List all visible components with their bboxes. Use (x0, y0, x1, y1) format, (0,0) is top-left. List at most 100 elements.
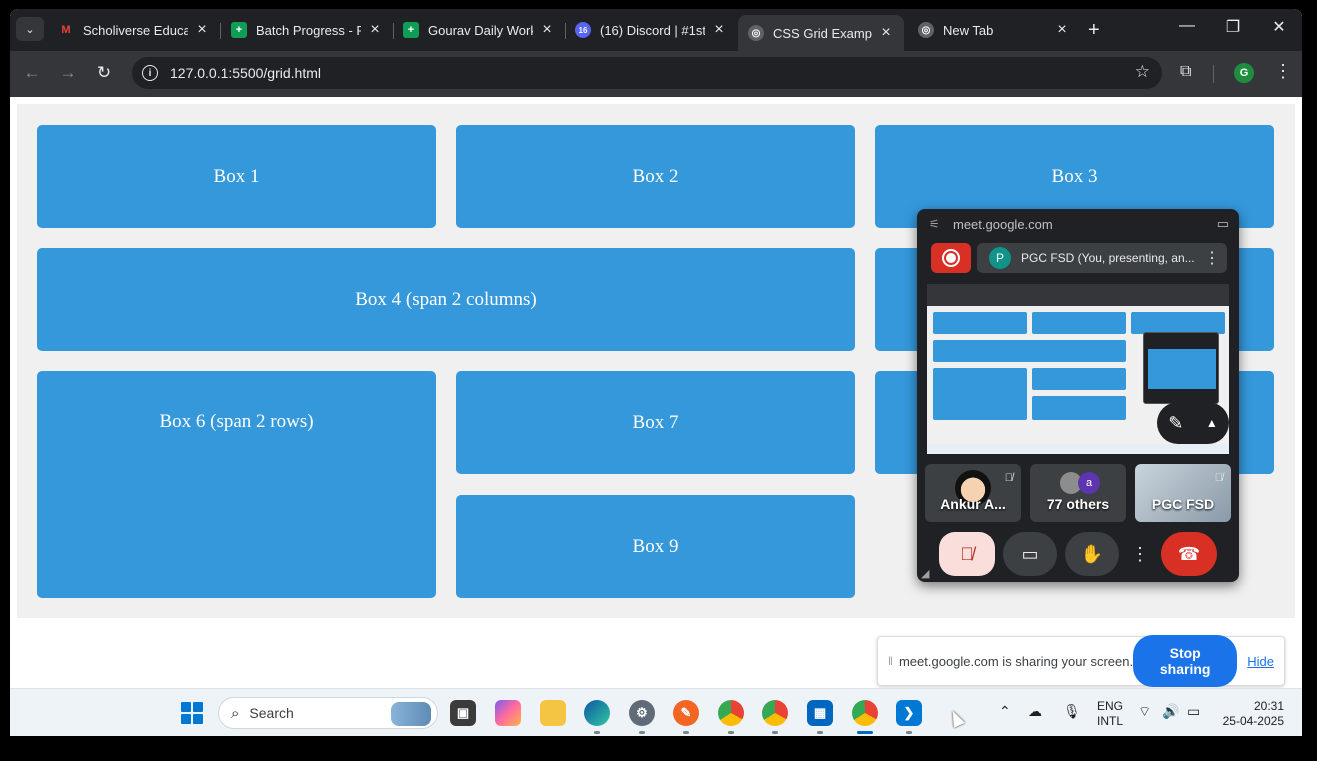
edge-icon[interactable] (584, 700, 610, 726)
volume-icon[interactable]: 🔊 (1162, 703, 1179, 720)
close-icon[interactable]: × (711, 21, 727, 39)
participant-name: PGC FSD (1151, 496, 1215, 512)
tab-discord[interactable]: 16 (16) Discord | #1st × (565, 15, 737, 45)
chrome-profile-2-icon[interactable] (762, 700, 788, 726)
pen-icon[interactable]: ✎ (1168, 413, 1183, 434)
tab-batch-progress[interactable]: + Batch Progress - FS × (221, 15, 393, 45)
reload-button[interactable]: ↻ (92, 63, 116, 83)
meet-pip-window[interactable]: ⚟ meet.google.com ▭ P PGC FSD (You, pres… (917, 209, 1239, 582)
participant-name: 77 others (1046, 496, 1110, 512)
raise-hand-button[interactable]: ✋ (1065, 532, 1119, 576)
preview-box (933, 368, 1027, 420)
close-icon[interactable]: × (1054, 21, 1070, 39)
close-icon[interactable]: × (367, 21, 383, 39)
presenter-bar[interactable]: P PGC FSD (You, presenting, an... ⋮ (977, 243, 1227, 273)
back-button[interactable]: ← (20, 63, 44, 83)
chrome-icon: ◎ (918, 22, 934, 38)
running-indicator (728, 731, 734, 734)
video-camera-icon: ▭ (1021, 543, 1039, 564)
participant-tile-ankur[interactable]: 🎙̸ Ankur A... (925, 464, 1021, 522)
language-indicator[interactable]: ENG INTL (1097, 699, 1123, 729)
close-icon[interactable]: × (539, 21, 555, 39)
battery-icon[interactable]: ▭ (1187, 703, 1200, 720)
start-button[interactable] (181, 702, 203, 724)
mic-toggle-button[interactable]: 🎙̸ (939, 532, 995, 576)
participant-letter-avatar: a (1078, 472, 1100, 494)
settings-gear-icon[interactable]: ⚙ (629, 700, 655, 726)
browser-toolbar: ← → ↻ i 127.0.0.1:5500/grid.html ☆ ⧉ G ⋮ (10, 51, 1302, 97)
close-icon[interactable]: × (194, 21, 210, 39)
vscode-icon[interactable]: ❯ (896, 700, 922, 726)
preview-box (1032, 312, 1126, 334)
minimize-button[interactable]: — (1172, 17, 1202, 35)
language-code: ENG (1097, 699, 1124, 713)
microphone-icon[interactable]: 🎙 (1063, 703, 1081, 720)
browser-menu-icon[interactable]: ⋮ (1274, 61, 1292, 82)
grid-box-7: Box 7 (456, 371, 855, 474)
participant-tile-others[interactable]: a 77 others (1030, 464, 1126, 522)
camera-toggle-button[interactable]: ▭ (1003, 532, 1057, 576)
profile-avatar[interactable]: G (1234, 63, 1254, 83)
tab-strip: ⌄ M Scholiverse Educar × + Batch Progres… (10, 9, 1302, 51)
back-to-tab-icon[interactable]: ▭ (1217, 216, 1229, 232)
tab-search-button[interactable]: ⌄ (16, 17, 44, 41)
leave-call-button[interactable]: ☎ (1161, 532, 1217, 576)
new-tab-button[interactable]: + (1088, 19, 1100, 42)
arrow-left-icon: ← (23, 63, 41, 82)
close-icon[interactable]: × (878, 24, 894, 42)
grid-box-2: Box 2 (456, 125, 855, 228)
tab-new-tab[interactable]: ◎ New Tab × (908, 15, 1080, 45)
drag-handle-icon[interactable]: ‖ (888, 654, 893, 668)
recording-button[interactable] (931, 243, 971, 273)
bookmark-star-icon[interactable]: ☆ (1135, 62, 1150, 82)
tab-css-grid-example[interactable]: ◎ CSS Grid Example × (738, 15, 904, 51)
participant-tile-self[interactable]: 🎙̸ PGC FSD (1135, 464, 1231, 522)
grid-box-9: Box 9 (456, 495, 855, 598)
resize-handle-icon[interactable]: ◢ (921, 567, 929, 580)
tab-gourav-daily-work[interactable]: + Gourav Daily Work × (393, 15, 565, 45)
search-label: Search (249, 705, 294, 721)
wifi-icon[interactable]: ⌔ (1138, 703, 1151, 721)
tune-icon[interactable]: ⚟ (929, 217, 940, 231)
file-explorer-icon[interactable] (540, 700, 566, 726)
clock[interactable]: 20:31 25-04-2025 (1218, 699, 1284, 729)
presenter-text: PGC FSD (You, presenting, an... (1021, 251, 1195, 265)
site-info-icon[interactable]: i (142, 65, 158, 81)
tab-title: Scholiverse Educar (83, 22, 188, 38)
pip-header: ⚟ meet.google.com ▭ (917, 209, 1239, 239)
annotation-toolbar[interactable]: ✎ ▲ (1157, 402, 1229, 444)
tab-gmail[interactable]: M Scholiverse Educar × (48, 15, 220, 45)
restore-button[interactable]: ❐ (1218, 17, 1248, 37)
more-options-icon: ⋮ (1131, 543, 1149, 564)
chrome-active-icon[interactable] (852, 700, 878, 726)
chevron-up-icon[interactable]: ⌃ (999, 703, 1011, 720)
extensions-icon[interactable]: ⧉ (1180, 63, 1191, 81)
address-bar[interactable]: i 127.0.0.1:5500/grid.html ☆ (132, 57, 1162, 89)
running-indicator (683, 731, 689, 734)
hide-link[interactable]: Hide (1247, 654, 1274, 669)
running-indicator (594, 731, 600, 734)
url-text[interactable]: 127.0.0.1:5500/grid.html (170, 65, 321, 81)
clock-date: 25-04-2025 (1222, 714, 1284, 728)
reload-icon: ↻ (96, 63, 112, 82)
gmail-icon: M (61, 24, 71, 36)
taskbar-search[interactable]: ⌕ Search (218, 697, 438, 729)
chrome-profile-1-icon[interactable] (718, 700, 744, 726)
forward-button[interactable]: → (56, 63, 80, 83)
presentation-preview: ✎ ▲ (927, 284, 1229, 454)
hang-up-icon: ☎ (1177, 543, 1201, 564)
task-view-icon[interactable]: ▣ (450, 700, 476, 726)
more-options-icon[interactable]: ⋮ (1201, 248, 1223, 268)
onedrive-icon[interactable]: ☁ (1028, 703, 1042, 720)
postman-icon[interactable]: ✎ (673, 700, 699, 726)
more-options-button[interactable]: ⋮ (1127, 532, 1153, 576)
microsoft-store-icon[interactable]: ▦ (807, 700, 833, 726)
copilot-icon[interactable] (495, 700, 521, 726)
close-window-button[interactable]: ✕ (1264, 17, 1294, 37)
search-highlight-image (391, 702, 431, 726)
restore-icon: ❐ (1225, 19, 1241, 36)
sheets-icon: + (231, 22, 247, 38)
caret-up-icon[interactable]: ▲ (1206, 416, 1218, 430)
keyboard-layout: INTL (1097, 714, 1124, 728)
stop-sharing-button[interactable]: Stop sharing (1133, 635, 1238, 687)
